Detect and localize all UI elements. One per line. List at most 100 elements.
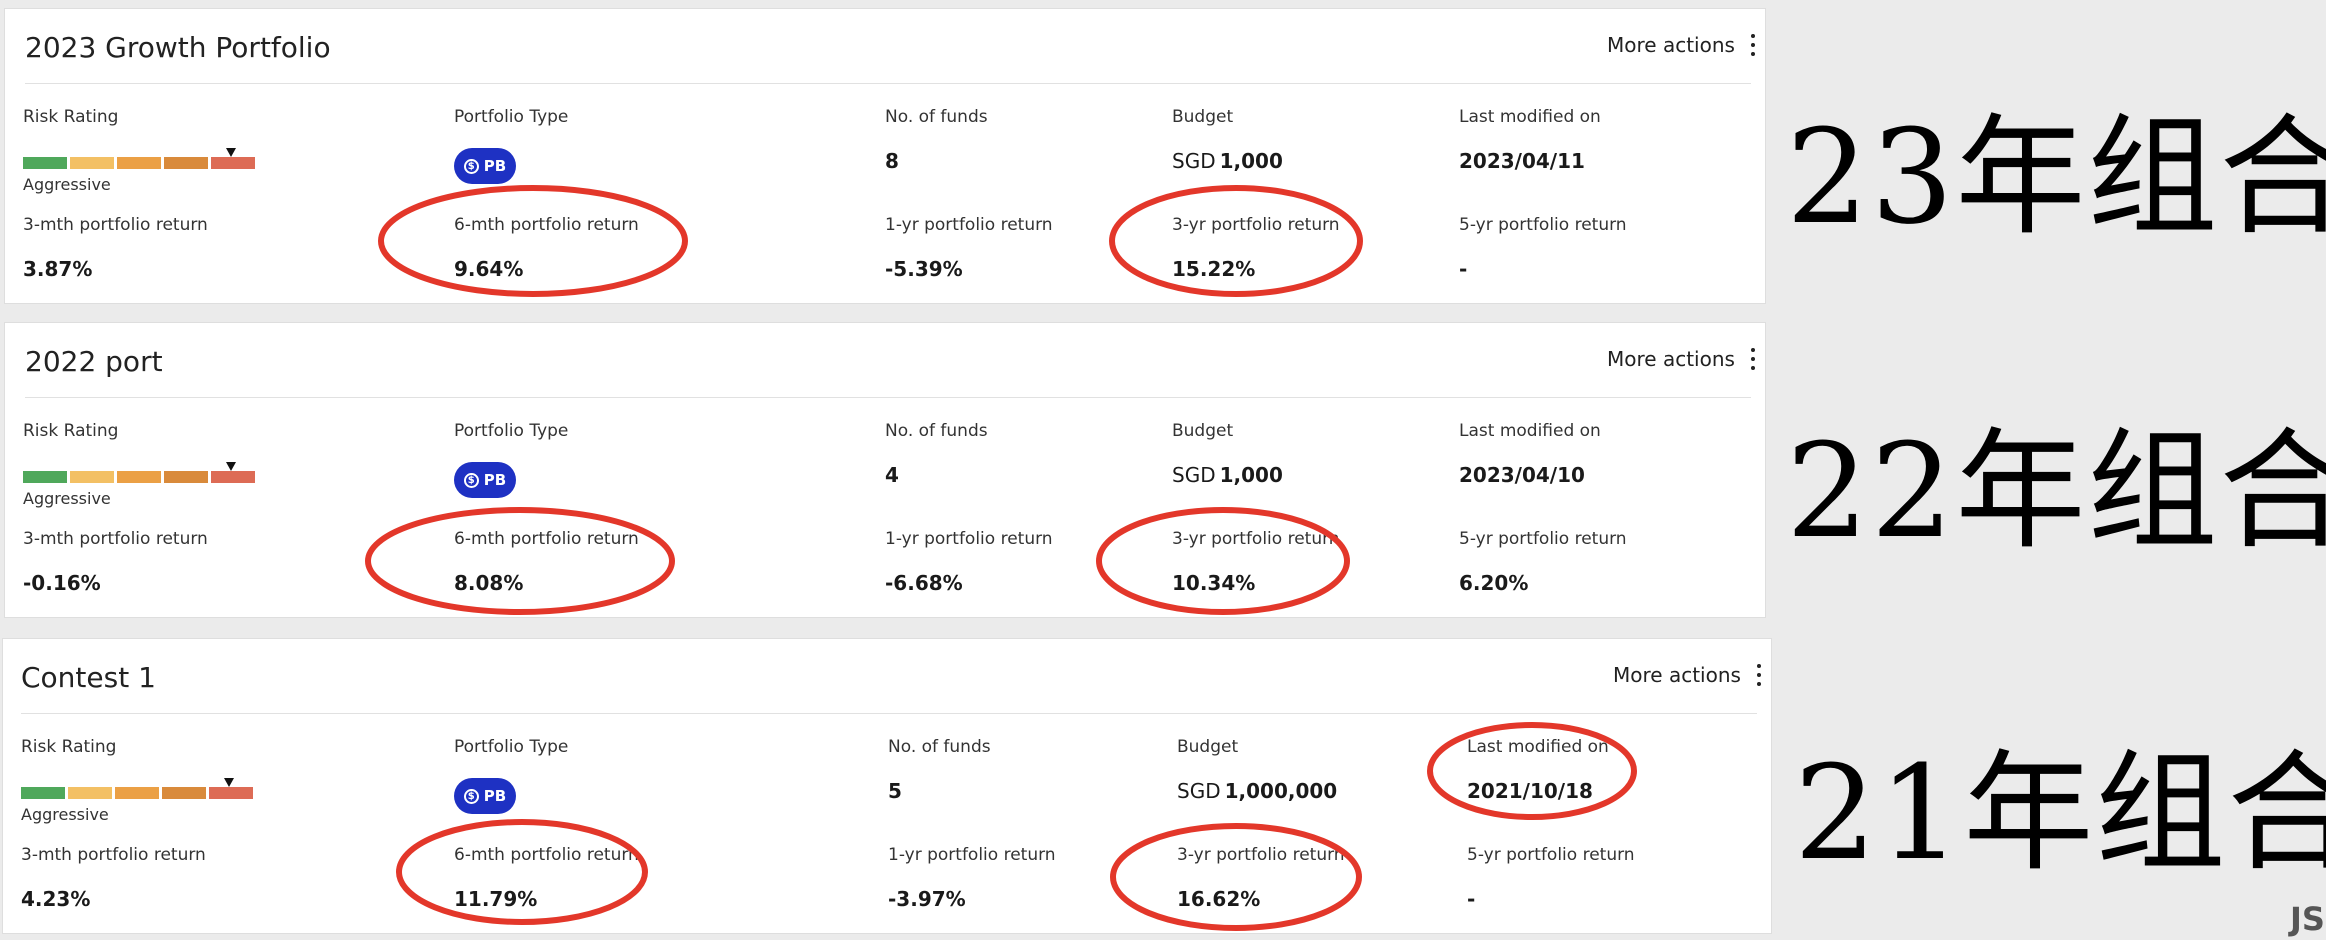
risk-segment [23,157,67,169]
return-3y-label: 3-yr portfolio return [1177,845,1345,865]
return-1y-value: -5.39% [885,257,963,281]
return-3y-value: 10.34% [1172,571,1256,595]
return-3y-label: 3-yr portfolio return [1172,215,1340,235]
return-3y-label: 3-yr portfolio return [1172,529,1340,549]
portfolio-card-2022[interactable]: 2022 port More actions Risk Rating Aggre… [4,322,1766,618]
kebab-vertical-icon [1755,663,1763,687]
more-actions-label: More actions [1613,663,1741,687]
funds-value: 8 [885,149,899,173]
portfolio-card-2023[interactable]: 2023 Growth Portfolio More actions Risk … [4,8,1766,304]
year-label-22: 22年组合 [1786,415,2326,567]
budget-currency: SGD [1177,779,1221,803]
return-3m-label: 3-mth portfolio return [23,529,208,549]
more-actions-button[interactable]: More actions [1613,663,1763,687]
return-5y-value: - [1459,257,1468,281]
portfolio-type-label: Portfolio Type [454,737,569,757]
pb-coin-icon: $ [463,158,479,174]
year-label-23: 23年组合 [1786,101,2326,253]
risk-rating-bar [21,787,253,799]
portfolio-title[interactable]: 2023 Growth Portfolio [25,31,331,64]
risk-segment [68,787,112,799]
risk-marker-icon [224,778,234,787]
card-divider [21,713,1757,714]
kebab-vertical-icon [1749,33,1757,57]
risk-segment [211,471,255,483]
portfolio-type-label: Portfolio Type [454,421,569,441]
return-6m-value: 9.64% [454,257,524,281]
more-actions-button[interactable]: More actions [1607,347,1757,371]
last-modified-value: 2023/04/11 [1459,149,1585,173]
return-1y-label: 1-yr portfolio return [885,529,1053,549]
portfolio-title[interactable]: Contest 1 [21,661,156,694]
risk-rating-label: Risk Rating [23,107,119,127]
more-actions-label: More actions [1607,347,1735,371]
return-3m-value: 3.87% [23,257,93,281]
risk-level-text: Aggressive [21,805,109,824]
return-6m-label: 6-mth portfolio return [454,845,639,865]
last-modified-label: Last modified on [1467,737,1609,757]
return-3y-value: 15.22% [1172,257,1256,281]
risk-marker-icon [226,148,236,157]
risk-level-text: Aggressive [23,489,111,508]
return-6m-label: 6-mth portfolio return [454,215,639,235]
return-1y-label: 1-yr portfolio return [885,215,1053,235]
funds-value: 5 [888,779,902,803]
budget-currency: SGD [1172,149,1216,173]
pb-coin-icon: $ [463,788,479,804]
return-5y-label: 5-yr portfolio return [1467,845,1635,865]
last-modified-label: Last modified on [1459,107,1601,127]
return-3m-value: 4.23% [21,887,91,911]
return-5y-label: 5-yr portfolio return [1459,529,1627,549]
return-6m-value: 8.08% [454,571,524,595]
funds-label: No. of funds [885,421,988,441]
risk-rating-label: Risk Rating [23,421,119,441]
funds-label: No. of funds [885,107,988,127]
risk-rating-bar [23,471,255,483]
budget-label: Budget [1172,107,1234,127]
risk-segment [209,787,253,799]
risk-segment [21,787,65,799]
return-5y-label: 5-yr portfolio return [1459,215,1627,235]
risk-segment [117,471,161,483]
return-3y-value: 16.62% [1177,887,1261,911]
risk-level-text: Aggressive [23,175,111,194]
last-modified-value: 2021/10/18 [1467,779,1593,803]
return-5y-value: - [1467,887,1476,911]
year-label-21: 21年组合 [1794,737,2326,889]
return-5y-value: 6.20% [1459,571,1529,595]
portfolio-type-badge: $ PB [454,778,516,814]
return-3m-label: 3-mth portfolio return [21,845,206,865]
watermark-text: JS [2290,900,2325,938]
portfolio-type-badge: $ PB [454,462,516,498]
more-actions-button[interactable]: More actions [1607,33,1757,57]
return-3m-value: -0.16% [23,571,101,595]
portfolio-type-badge-label: PB [483,471,507,489]
portfolio-type-badge: $ PB [454,148,516,184]
portfolio-type-badge-label: PB [483,787,507,805]
portfolio-type-label: Portfolio Type [454,107,569,127]
card-divider [25,397,1751,398]
funds-value: 4 [885,463,899,487]
return-6m-value: 11.79% [454,887,538,911]
portfolio-type-badge-label: PB [483,157,507,175]
return-1y-value: -3.97% [888,887,966,911]
more-actions-label: More actions [1607,33,1735,57]
portfolio-title[interactable]: 2022 port [25,345,163,378]
card-divider [25,83,1751,84]
portfolio-card-contest[interactable]: Contest 1 More actions Risk Rating Aggre… [2,638,1772,934]
risk-rating-bar [23,157,255,169]
budget-label: Budget [1172,421,1234,441]
budget-value: SGD 1,000 [1172,149,1283,173]
budget-label: Budget [1177,737,1239,757]
risk-segment [164,471,208,483]
risk-marker-icon [226,462,236,471]
risk-segment [162,787,206,799]
risk-segment [117,157,161,169]
risk-segment [115,787,159,799]
return-1y-value: -6.68% [885,571,963,595]
risk-segment [70,471,114,483]
risk-segment [211,157,255,169]
return-6m-label: 6-mth portfolio return [454,529,639,549]
risk-segment [70,157,114,169]
budget-value: SGD 1,000,000 [1177,779,1337,803]
